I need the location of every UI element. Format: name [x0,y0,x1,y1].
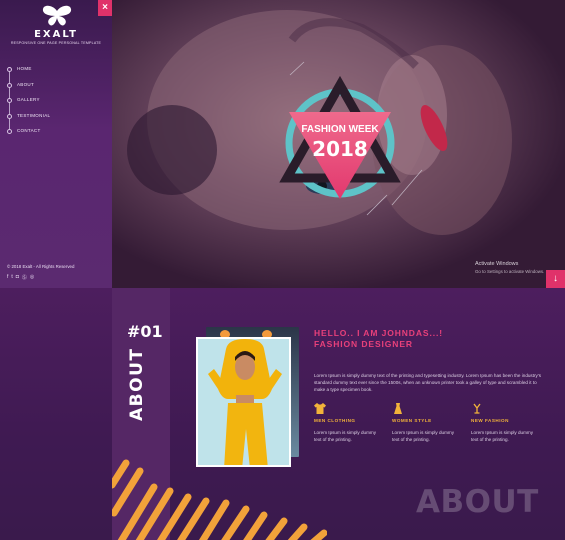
skype-icon[interactable]: Ⓢ [22,274,27,281]
nav-label: CONTACT [17,128,41,133]
section-vertical-title: ABOUT [127,347,147,421]
brand-name: EXALT [34,29,78,40]
section-background-title: ABOUT [416,484,539,520]
about-role: FASHION DESIGNER [314,339,413,349]
page: FASHION WEEK 2018 Activate Windows Go to… [0,0,565,540]
activate-windows-subtitle: Go to Settings to activate Windows. [475,269,545,274]
dress-icon [392,403,404,414]
close-icon: × [102,2,108,13]
brand-tagline: RESPONSIVE ONE PAGE PERSONAL TEMPLATE [10,41,102,45]
nav-item-gallery[interactable]: GALLERY [7,93,109,109]
feature-desc: Lorem Ipsum is simply dummy text of the … [314,430,377,442]
main-nav: HOME ABOUT GALLERY TESTIMONIAL CONTACT [7,62,109,140]
feature-desc: Lorem Ipsum is simply dummy text of the … [471,430,534,442]
nav-item-contact[interactable]: CONTACT [7,124,109,140]
hero-badge-line2: 2018 [312,137,368,161]
decorative-stripes [112,459,327,540]
section-number: #01 [127,322,163,341]
feature-title: MEN CLOTHING [314,418,356,423]
nav-dot [7,82,12,88]
model-illustration [198,339,289,465]
nav-label: ABOUT [17,81,35,87]
copyright-text: © 2018 Exalt - All Rights Reserved [7,264,75,269]
feature-new-fashion: NEW FASHION Lorem Ipsum is simply dummy … [471,403,541,443]
nav-dot [7,98,12,103]
arrow-down-icon: ↓ [553,273,558,284]
profile-photo [196,337,291,467]
facebook-icon[interactable]: f [7,274,8,281]
nav-label: TESTIMONIAL [17,112,51,118]
instagram-icon[interactable]: ◘ [16,274,19,281]
nav-item-about[interactable]: ABOUT [7,78,109,94]
shirt-icon [314,403,326,414]
feature-men-clothing: MEN CLOTHING Lorem Ipsum is simply dummy… [314,403,384,443]
about-headline: HELLO.. I AM JOHNDAS...! FASHION DESIGNE… [314,328,443,350]
scroll-down-button[interactable]: ↓ [546,270,565,288]
hero-badge-line1: FASHION WEEK [301,124,379,135]
close-sidebar-button[interactable]: × [98,0,112,16]
hanger-icon [471,403,483,414]
butterfly-logo-icon [42,5,72,26]
nav-dot [7,67,12,72]
activate-windows-title: Activate Windows [475,261,519,267]
dribbble-icon[interactable]: ◎ [30,274,34,281]
nav-dot [7,113,12,119]
sidebar: EXALT RESPONSIVE ONE PAGE PERSONAL TEMPL… [0,0,112,288]
nav-label: HOME [17,66,32,71]
feature-title: NEW FASHION [471,418,509,423]
feature-title: WOMEN STYLE [392,418,432,423]
nav-dot [7,129,12,134]
twitter-icon[interactable]: t [11,274,12,281]
social-links: f t ◘ Ⓢ ◎ [7,274,34,281]
hero-banner: FASHION WEEK 2018 [112,0,565,288]
about-greeting: HELLO.. I AM JOHNDAS...! [314,328,443,338]
feature-desc: Lorem Ipsum is simply dummy text of the … [392,430,455,442]
nav-label: GALLERY [17,97,40,102]
about-body: Lorem Ipsum is simply dummy text of the … [314,373,542,393]
nav-item-home[interactable]: HOME [7,62,109,78]
nav-item-testimonial[interactable]: TESTIMONIAL [7,109,109,125]
feature-women-style: WOMEN STYLE Lorem Ipsum is simply dummy … [392,403,462,443]
